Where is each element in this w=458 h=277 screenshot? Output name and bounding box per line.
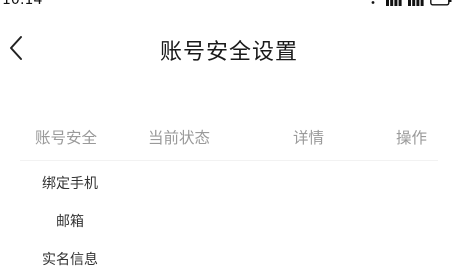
header: 账号安全设置 [0, 22, 458, 76]
column-header-details: 详情 [293, 129, 325, 147]
row-item-real-name: 实名信息 [42, 252, 98, 268]
status-bar: 10:14 [0, 0, 458, 10]
battery-icon [430, 0, 452, 6]
table-row[interactable]: 邮箱 [0, 211, 458, 235]
header-divider [20, 160, 438, 161]
status-icons [366, 0, 452, 10]
row-item-bind-phone: 绑定手机 [42, 176, 98, 192]
signal-icon [408, 0, 424, 6]
row-item-email: 邮箱 [56, 214, 84, 230]
wifi-icon [366, 0, 380, 6]
account-security-screen: 10:14 账号安全设置 账号安全 当前状态 详情 操作 绑定手机 邮箱 实名信… [0, 0, 458, 277]
page-title: 账号安全设置 [159, 40, 298, 65]
status-time: 10:14 [2, 0, 43, 8]
signal-icon [386, 0, 402, 6]
column-header-actions: 操作 [396, 129, 428, 147]
table-row[interactable]: 实名信息 [0, 249, 458, 273]
table-header: 账号安全 当前状态 详情 操作 [0, 126, 458, 156]
column-header-account-security: 账号安全 [35, 129, 98, 147]
table-row[interactable]: 绑定手机 [0, 173, 458, 197]
column-header-current-status: 当前状态 [148, 129, 211, 147]
